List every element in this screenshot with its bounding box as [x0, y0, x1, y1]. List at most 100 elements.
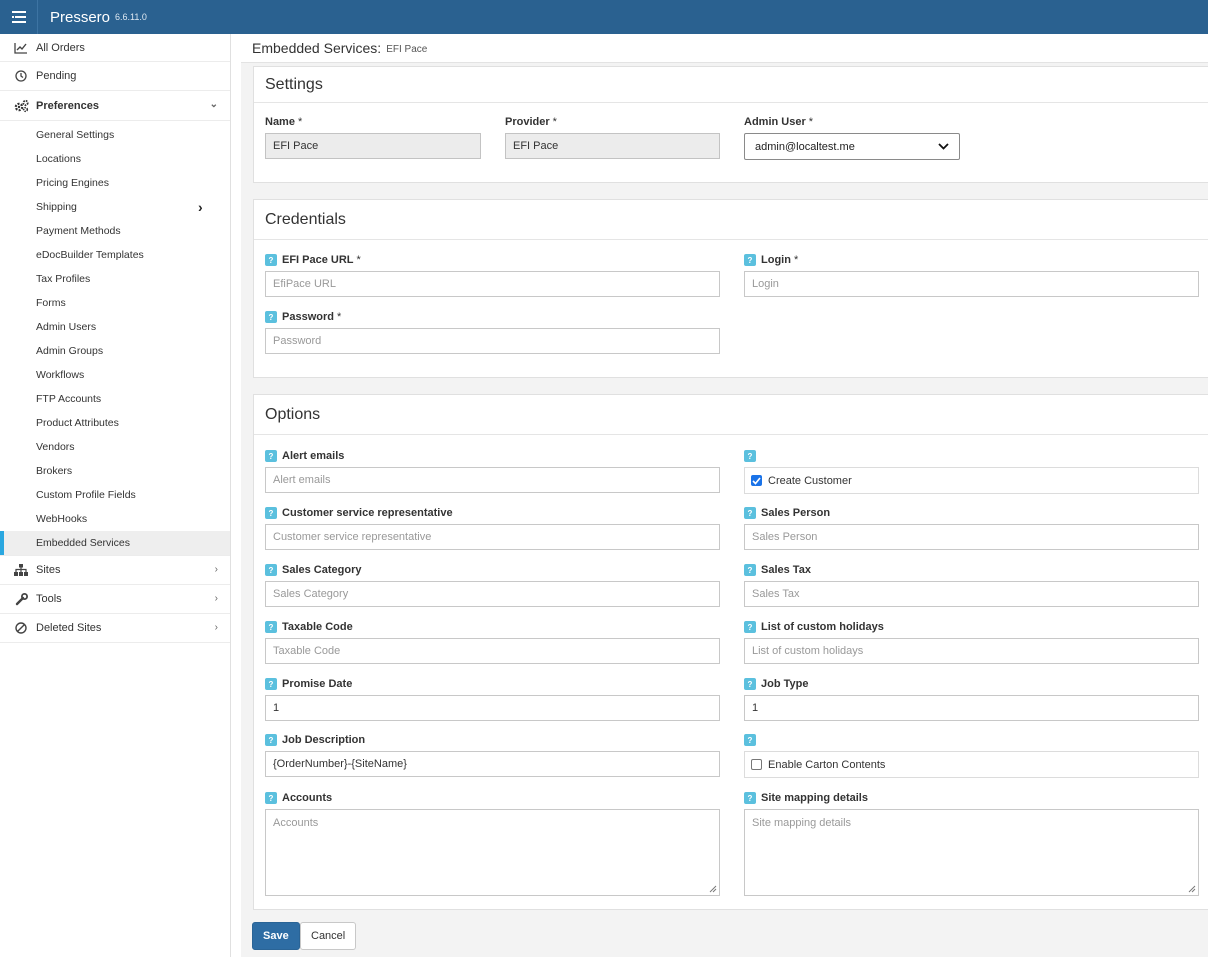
sales-tax-field: ? Sales Tax Sales Tax: [744, 562, 1199, 607]
sidebar-item-ftp-accounts[interactable]: FTP Accounts: [0, 387, 230, 411]
sidebar-item-pending[interactable]: Pending: [0, 62, 230, 91]
admin-user-field: Admin User * admin@localtest.me: [744, 114, 960, 160]
sidebar-item-shipping[interactable]: Shipping ›: [0, 195, 230, 219]
password-input[interactable]: Password: [265, 328, 720, 354]
provider-field: Provider * EFI Pace: [505, 114, 720, 159]
chevron-right-icon: ›: [214, 564, 218, 575]
sidebar-item-payment-methods[interactable]: Payment Methods: [0, 219, 230, 243]
help-icon[interactable]: ?: [744, 621, 756, 633]
name-field: Name * EFI Pace: [265, 114, 481, 159]
sidebar-item-custom-profile-fields[interactable]: Custom Profile Fields: [0, 483, 230, 507]
save-button[interactable]: Save: [252, 922, 300, 950]
provider-input[interactable]: EFI Pace: [505, 133, 720, 159]
checkbox-unchecked-icon: [751, 759, 762, 770]
efi-pace-url-input[interactable]: EfiPace URL: [265, 271, 720, 297]
login-input[interactable]: Login: [744, 271, 1199, 297]
provider-label: Provider: [505, 116, 550, 128]
sidebar-item-webhooks[interactable]: WebHooks: [0, 507, 230, 531]
sidebar: All Orders Pending Preferences ⌄ General…: [0, 34, 231, 957]
help-icon[interactable]: ?: [265, 254, 277, 266]
sidebar-item-deleted-sites[interactable]: Deleted Sites ›: [0, 614, 230, 643]
ban-icon: [13, 620, 29, 636]
help-icon[interactable]: ?: [265, 311, 277, 323]
help-icon[interactable]: ?: [744, 678, 756, 690]
sidebar-item-label: Shipping: [36, 201, 77, 213]
name-input[interactable]: EFI Pace: [265, 133, 481, 159]
help-icon[interactable]: ?: [744, 792, 756, 804]
admin-user-select[interactable]: admin@localtest.me: [744, 133, 960, 160]
help-icon[interactable]: ?: [744, 507, 756, 519]
create-customer-checkbox[interactable]: Create Customer: [744, 467, 1199, 494]
sidebar-item-general-settings[interactable]: General Settings: [0, 123, 230, 147]
sidebar-item-label: Pending: [36, 70, 77, 82]
carton-contents-field: ? Enable Carton Contents: [744, 732, 1199, 778]
sidebar-item-tax-profiles[interactable]: Tax Profiles: [0, 267, 230, 291]
help-icon[interactable]: ?: [265, 678, 277, 690]
sidebar-item-sites[interactable]: Sites ›: [0, 556, 230, 585]
settings-title: Settings: [254, 67, 1208, 103]
promise-date-field: ? Promise Date 1: [265, 676, 720, 721]
help-icon[interactable]: ?: [744, 450, 756, 462]
sales-person-label: Sales Person: [761, 507, 831, 519]
sidebar-item-preferences[interactable]: Preferences ⌄: [0, 91, 230, 121]
sidebar-item-workflows[interactable]: Workflows: [0, 363, 230, 387]
enable-carton-contents-label: Enable Carton Contents: [768, 758, 886, 771]
alert-emails-input[interactable]: Alert emails: [265, 467, 720, 493]
chevron-right-icon: ›: [214, 593, 218, 604]
accounts-field: ? Accounts Accounts: [265, 790, 720, 896]
help-icon[interactable]: ?: [265, 792, 277, 804]
csr-input[interactable]: Customer service representative: [265, 524, 720, 550]
password-label: Password: [282, 311, 334, 323]
help-icon[interactable]: ?: [265, 621, 277, 633]
csr-field: ? Customer service representative Custome…: [265, 505, 720, 550]
promise-date-input[interactable]: 1: [265, 695, 720, 721]
page-title: Embedded Services:: [252, 40, 382, 56]
help-icon[interactable]: ?: [744, 254, 756, 266]
settings-panel: Settings Name * EFI Pace Provider * EFI Pa…: [253, 66, 1208, 183]
sidebar-item-embedded-services[interactable]: Embedded Services: [0, 531, 230, 555]
job-type-input[interactable]: 1: [744, 695, 1199, 721]
job-type-field: ? Job Type 1: [744, 676, 1199, 721]
sidebar-item-locations[interactable]: Locations: [0, 147, 230, 171]
chevron-down-icon: ⌄: [209, 99, 218, 110]
help-icon[interactable]: ?: [744, 734, 756, 746]
sidebar-item-vendors[interactable]: Vendors: [0, 435, 230, 459]
help-icon[interactable]: ?: [744, 564, 756, 576]
taxable-code-input[interactable]: Taxable Code: [265, 638, 720, 664]
custom-holidays-input[interactable]: List of custom holidays: [744, 638, 1199, 664]
help-icon[interactable]: ?: [265, 450, 277, 462]
sidebar-item-pricing-engines[interactable]: Pricing Engines: [0, 171, 230, 195]
job-description-input[interactable]: {OrderNumber}-{SiteName}: [265, 751, 720, 777]
help-icon[interactable]: ?: [265, 507, 277, 519]
accounts-textarea[interactable]: Accounts: [265, 809, 720, 896]
cancel-button[interactable]: Cancel: [300, 922, 357, 950]
resize-grip-icon[interactable]: [1188, 885, 1196, 893]
sidebar-item-tools[interactable]: Tools ›: [0, 585, 230, 614]
sidebar-item-label: Preferences: [36, 99, 99, 112]
gears-icon: [13, 98, 29, 114]
resize-grip-icon[interactable]: [709, 885, 717, 893]
sales-person-input[interactable]: Sales Person: [744, 524, 1199, 550]
enable-carton-contents-checkbox[interactable]: Enable Carton Contents: [744, 751, 1199, 778]
sales-tax-input[interactable]: Sales Tax: [744, 581, 1199, 607]
sales-person-field: ? Sales Person Sales Person: [744, 505, 1199, 550]
sidebar-item-product-attributes[interactable]: Product Attributes: [0, 411, 230, 435]
wrench-icon: [13, 591, 29, 607]
sales-category-input[interactable]: Sales Category: [265, 581, 720, 607]
job-description-label: Job Description: [282, 734, 366, 746]
sidebar-item-edocbuilder-templates[interactable]: eDocBuilder Templates: [0, 243, 230, 267]
help-icon[interactable]: ?: [265, 734, 277, 746]
hamburger-menu-button[interactable]: [0, 0, 38, 34]
sidebar-item-all-orders[interactable]: All Orders: [0, 34, 230, 62]
sidebar-item-admin-groups[interactable]: Admin Groups: [0, 339, 230, 363]
sidebar-item-label: Deleted Sites: [36, 622, 102, 634]
sidebar-item-forms[interactable]: Forms: [0, 291, 230, 315]
sidebar-item-admin-users[interactable]: Admin Users: [0, 315, 230, 339]
required-mark: *: [808, 116, 814, 128]
site-mapping-textarea[interactable]: Site mapping details: [744, 809, 1199, 896]
sidebar-item-brokers[interactable]: Brokers: [0, 459, 230, 483]
checkbox-checked-icon: [751, 475, 762, 486]
help-icon[interactable]: ?: [265, 564, 277, 576]
job-type-label: Job Type: [761, 678, 809, 690]
chevron-down-icon: [938, 143, 949, 150]
